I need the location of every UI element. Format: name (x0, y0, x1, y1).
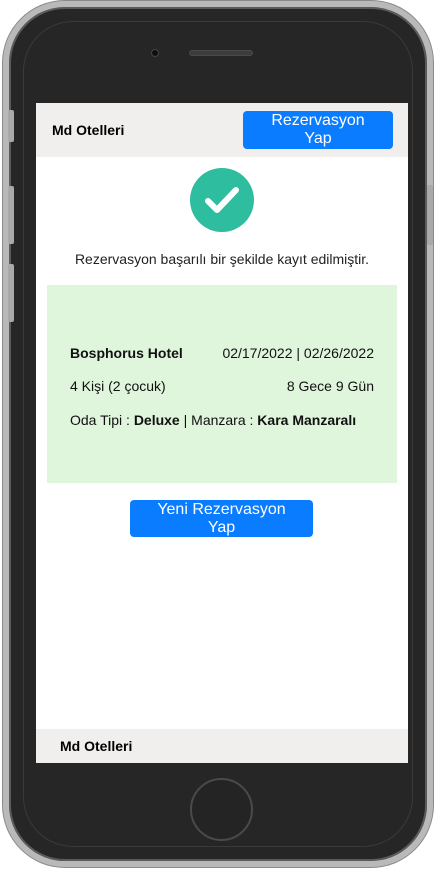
navbar: Md Otelleri Rezervasyon Yap (36, 103, 408, 157)
stay-duration: 8 Gece 9 Gün (286, 378, 374, 394)
summary-row-room: Oda Tipi : Deluxe | Manzara : Kara Manza… (70, 412, 374, 428)
success-message: Rezervasyon başarılı bir şekilde kayıt e… (74, 251, 370, 267)
home-button[interactable] (190, 778, 253, 841)
room-details: Oda Tipi : Deluxe | Manzara : Kara Manza… (70, 412, 356, 428)
check-circle-icon (190, 168, 254, 232)
view-label: Manzara : (191, 412, 258, 428)
volume-up-button (8, 186, 14, 244)
hotel-name: Bosphorus Hotel (70, 345, 183, 361)
volume-down-button (8, 264, 14, 322)
summary-row-guests: 4 Kişi (2 çocuk) 8 Gece 9 Gün (70, 378, 374, 394)
checkmark-icon (205, 187, 239, 213)
room-type-label: Oda Tipi : (70, 412, 134, 428)
guest-count: 4 Kişi (2 çocuk) (70, 378, 166, 394)
make-reservation-button[interactable]: Rezervasyon Yap (243, 111, 393, 149)
speaker-grille (189, 50, 253, 56)
room-separator: | (179, 412, 192, 428)
mute-switch (8, 110, 14, 142)
room-type-value: Deluxe (133, 412, 180, 428)
app-screen: Md Otelleri Rezervasyon Yap Rezervasyon … (36, 103, 408, 763)
reservation-summary-card: Bosphorus Hotel 02/17/2022 | 02/26/2022 … (47, 285, 397, 483)
footer-brand: Md Otelleri (60, 738, 133, 754)
power-button (427, 185, 433, 245)
reservation-dates: 02/17/2022 | 02/26/2022 (222, 345, 374, 361)
footer: Md Otelleri (36, 729, 408, 763)
navbar-brand[interactable]: Md Otelleri (52, 122, 124, 138)
camera-icon (151, 49, 159, 57)
summary-row-hotel: Bosphorus Hotel 02/17/2022 | 02/26/2022 (70, 345, 374, 361)
new-reservation-button[interactable]: Yeni Rezervasyon Yap (130, 500, 313, 537)
view-value: Kara Manzaralı (257, 412, 357, 428)
